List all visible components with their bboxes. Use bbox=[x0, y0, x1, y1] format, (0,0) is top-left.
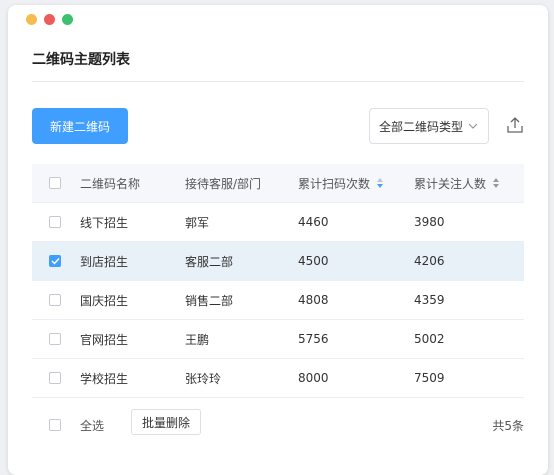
row-checkbox[interactable] bbox=[49, 294, 61, 306]
qrcode-type-select-value: 全部二维码类型 bbox=[379, 119, 464, 134]
row-dept: 销售二部 bbox=[185, 293, 234, 308]
page-title: 二维码主题列表 bbox=[32, 52, 130, 68]
row-name: 到店招生 bbox=[80, 254, 129, 269]
header-name: 二维码名称 bbox=[80, 176, 141, 191]
app-window: 二维码主题列表 新建二维码 全部二维码类型 二维码名称 接待客服/部门 累计扫码… bbox=[8, 5, 548, 475]
sort-icon[interactable] bbox=[492, 177, 500, 189]
row-name: 线下招生 bbox=[80, 215, 129, 230]
row-name: 学校招生 bbox=[80, 371, 129, 386]
table-row[interactable]: 国庆招生 销售二部 4808 4359 bbox=[32, 281, 524, 320]
row-dept: 客服二部 bbox=[185, 254, 234, 269]
row-dept: 王鹏 bbox=[185, 332, 210, 347]
window-titlebar bbox=[8, 5, 548, 35]
batch-delete-button[interactable]: 批量删除 bbox=[131, 409, 201, 435]
row-follow-count: 3980 bbox=[414, 215, 445, 229]
title-divider bbox=[32, 81, 524, 82]
chevron-down-icon bbox=[468, 123, 478, 129]
row-follow-count: 7509 bbox=[414, 371, 445, 385]
row-scan-count: 4460 bbox=[298, 215, 329, 229]
table-row[interactable]: 学校招生 张玲玲 8000 7509 bbox=[32, 359, 524, 398]
row-scan-count: 5756 bbox=[298, 332, 329, 346]
row-follow-count: 4359 bbox=[414, 293, 445, 307]
header-follow-count[interactable]: 累计关注人数 bbox=[414, 164, 500, 202]
row-dept: 郭军 bbox=[185, 215, 210, 230]
header-checkbox-cell bbox=[49, 164, 61, 202]
qrcode-type-select[interactable]: 全部二维码类型 bbox=[369, 108, 489, 144]
total-count: 共5条 bbox=[492, 418, 524, 433]
row-checkbox[interactable] bbox=[49, 255, 61, 267]
row-checkbox[interactable] bbox=[49, 333, 61, 345]
select-all-label: 全选 bbox=[80, 418, 105, 433]
row-checkbox[interactable] bbox=[49, 372, 61, 384]
row-name: 官网招生 bbox=[80, 332, 129, 347]
row-dept: 张玲玲 bbox=[185, 371, 222, 386]
row-scan-count: 4808 bbox=[298, 293, 329, 307]
table-header-row: 二维码名称 接待客服/部门 累计扫码次数 累计关注人数 bbox=[32, 164, 524, 203]
row-follow-count: 4206 bbox=[414, 254, 445, 268]
table-row[interactable]: 到店招生 客服二部 4500 4206 bbox=[32, 242, 524, 281]
header-follow-count-label: 累计关注人数 bbox=[414, 176, 487, 191]
check-icon bbox=[51, 258, 60, 265]
select-all-header-checkbox[interactable] bbox=[49, 177, 61, 189]
new-qrcode-button[interactable]: 新建二维码 bbox=[32, 108, 128, 144]
table-row[interactable]: 官网招生 王鹏 5756 5002 bbox=[32, 320, 524, 359]
close-dot[interactable] bbox=[44, 14, 55, 25]
header-scan-count-label: 累计扫码次数 bbox=[298, 176, 371, 191]
row-follow-count: 5002 bbox=[414, 332, 445, 346]
header-dept: 接待客服/部门 bbox=[185, 176, 262, 191]
upload-icon[interactable] bbox=[506, 116, 524, 134]
select-all-checkbox[interactable] bbox=[49, 419, 61, 431]
row-name: 国庆招生 bbox=[80, 293, 129, 308]
table-row[interactable]: 线下招生 郭军 4460 3980 bbox=[32, 203, 524, 242]
row-scan-count: 8000 bbox=[298, 371, 329, 385]
minimize-dot[interactable] bbox=[26, 14, 37, 25]
row-scan-count: 4500 bbox=[298, 254, 329, 268]
qrcode-table: 二维码名称 接待客服/部门 累计扫码次数 累计关注人数 线下招生 郭军 4460… bbox=[32, 164, 524, 398]
row-checkbox[interactable] bbox=[49, 216, 61, 228]
maximize-dot[interactable] bbox=[62, 14, 73, 25]
header-scan-count[interactable]: 累计扫码次数 bbox=[298, 164, 384, 202]
sort-icon[interactable] bbox=[376, 177, 384, 189]
